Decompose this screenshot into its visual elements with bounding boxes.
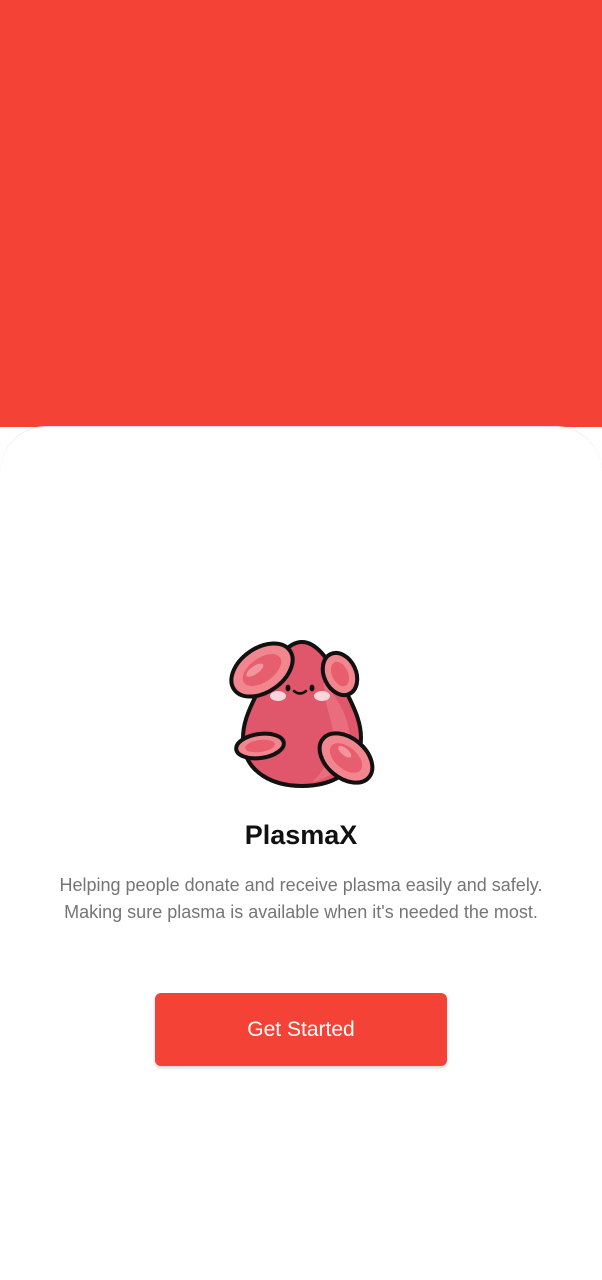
- get-started-button[interactable]: Get Started: [155, 993, 447, 1066]
- onboarding-screen: PlasmaX Helping people donate and receiv…: [0, 0, 602, 1280]
- hero-banner: [0, 0, 602, 427]
- app-description: Helping people donate and receive plasma…: [59, 875, 543, 922]
- blood-cell-mascot-icon: [229, 640, 375, 788]
- app-title: PlasmaX: [244, 820, 358, 850]
- content-sheet: [0, 427, 602, 1280]
